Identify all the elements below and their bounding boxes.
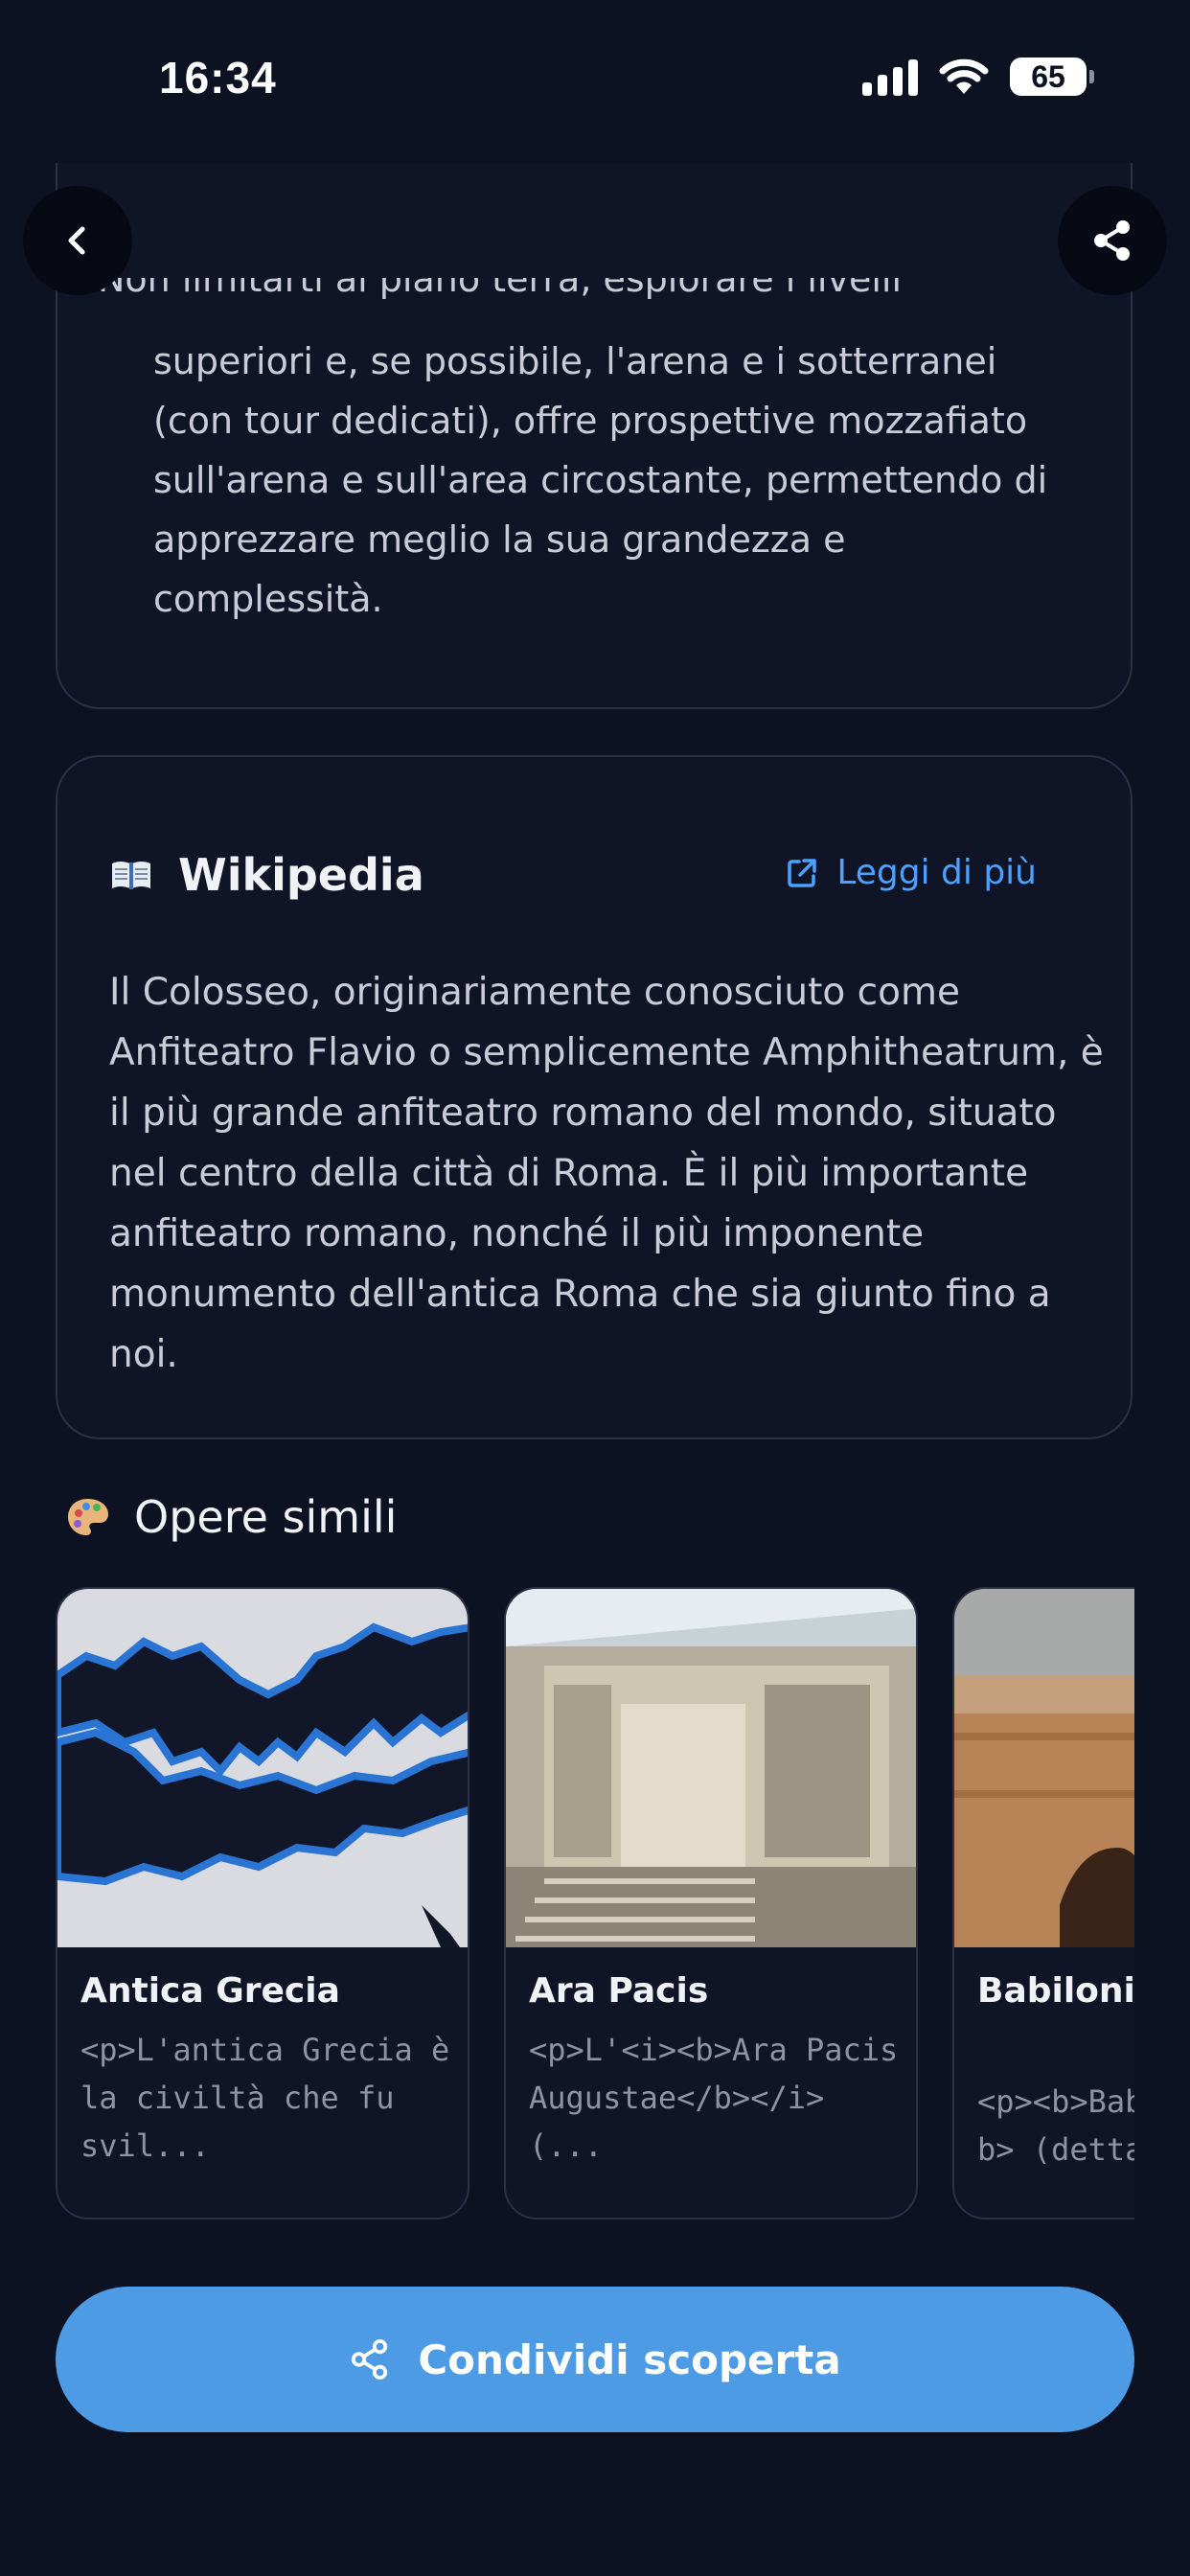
- similar-card-title: Ara Pacis: [529, 1971, 709, 2011]
- status-bar: 16:34 65: [0, 0, 1190, 163]
- share-discovery-label: Condividi scoperta: [418, 2335, 841, 2383]
- map-thumbnail: [57, 1589, 468, 1947]
- similar-card-description: <p>L'antica Grecia è la civiltà che fu s…: [80, 2032, 450, 2164]
- share-discovery-button[interactable]: Condividi scoperta: [56, 2287, 1134, 2432]
- palette-icon: [68, 1499, 108, 1535]
- share-button[interactable]: [1058, 186, 1167, 295]
- back-button[interactable]: [23, 186, 132, 295]
- similar-card-title: Antica Grecia: [80, 1971, 340, 2011]
- external-link-icon: [788, 858, 817, 887]
- similar-card-description: <p>L'<i><b>Ara Pacis Augustae</b></i> (.…: [529, 2032, 899, 2164]
- similar-works-carousel[interactable]: Antica Grecia <p>L'antica Grecia è la ci…: [56, 1587, 1134, 2223]
- tips-cut-line: Non limitarti al piano terra, esplorare …: [98, 278, 903, 300]
- similar-card-ara-pacis[interactable]: Ara Pacis <p>L'<i><b>Ara Pacis Augustae<…: [504, 1587, 918, 2220]
- tips-text: superiori e, se possibile, l'arena e i s…: [153, 340, 1048, 620]
- battery-indicator: 65: [1010, 58, 1094, 96]
- wikipedia-header: Wikipedia: [109, 849, 424, 901]
- status-indicators: 65: [862, 58, 1094, 96]
- wifi-icon: [939, 58, 989, 94]
- similar-works-header: Opere simili: [65, 1491, 397, 1543]
- similar-works-title: Opere simili: [134, 1491, 398, 1543]
- cellular-signal-icon: [862, 58, 918, 96]
- wikipedia-text: Il Colosseo, originariamente conosciuto …: [109, 971, 1104, 1376]
- similar-card-description: <p><b>Babilonia</ b> (detta: [977, 2083, 1134, 2168]
- babilonia-thumbnail: [954, 1589, 1134, 1947]
- similar-card-babilonia[interactable]: Babilonia (antica) <p><b>Babilonia</ b> …: [952, 1587, 1134, 2220]
- open-book-icon: [112, 862, 150, 889]
- chevron-left-icon: [68, 226, 85, 255]
- share-icon: [1094, 220, 1130, 261]
- read-more-label: Leggi di più: [836, 853, 1037, 892]
- read-more-link[interactable]: Leggi di più: [785, 853, 1037, 892]
- similar-card-title: Babilonia (antica): [977, 1971, 1134, 2011]
- share-icon: [352, 2338, 388, 2380]
- ara-pacis-thumbnail: [506, 1589, 916, 1947]
- wikipedia-card: Wikipedia Leggi di più Il Colosseo, orig…: [56, 755, 1133, 1439]
- status-time: 16:34: [159, 53, 277, 103]
- wikipedia-title: Wikipedia: [178, 849, 424, 901]
- similar-card-antica-grecia[interactable]: Antica Grecia <p>L'antica Grecia è la ci…: [56, 1587, 469, 2220]
